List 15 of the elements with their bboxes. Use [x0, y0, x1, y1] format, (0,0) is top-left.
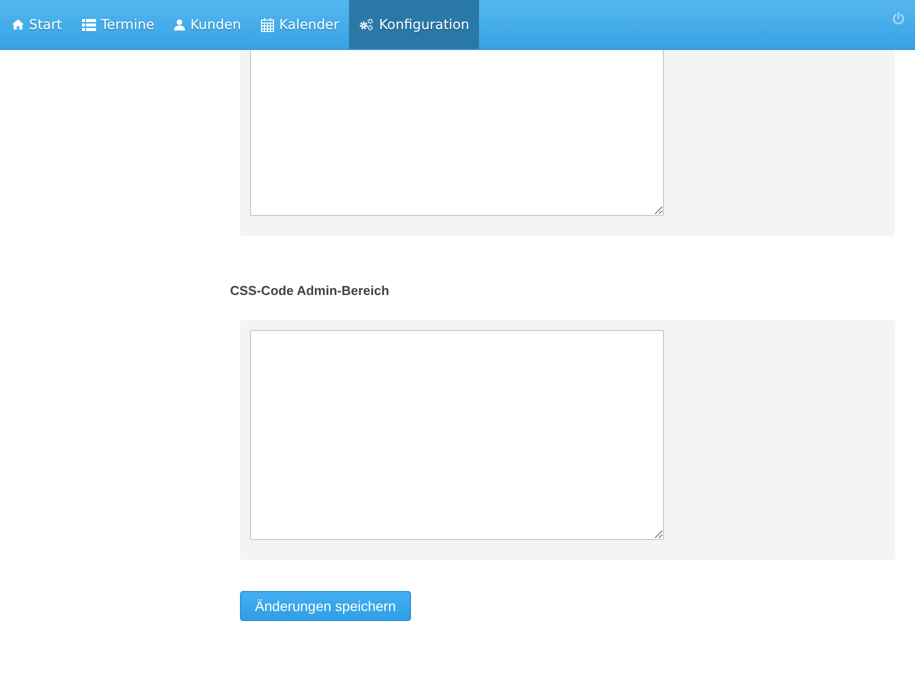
list-icon	[82, 18, 96, 30]
section-heading: CSS-Code Admin-Bereich	[230, 283, 390, 299]
nav-item[interactable]: Konfiguration	[349, 0, 480, 49]
text-area[interactable]	[250, 50, 664, 216]
nav-item[interactable]: Termine	[72, 0, 164, 49]
power-icon	[892, 12, 905, 25]
nav-item[interactable]: Start	[2, 0, 72, 49]
gears-icon	[359, 18, 374, 31]
user-icon	[174, 18, 186, 30]
home-icon	[12, 19, 24, 30]
save-button[interactable]: Änderungen speichern	[240, 591, 411, 621]
nav-item[interactable]: Kalender	[251, 0, 349, 49]
nav-item[interactable]: Kunden	[164, 0, 252, 49]
calendar-icon	[261, 18, 274, 32]
text-area[interactable]	[250, 330, 664, 540]
